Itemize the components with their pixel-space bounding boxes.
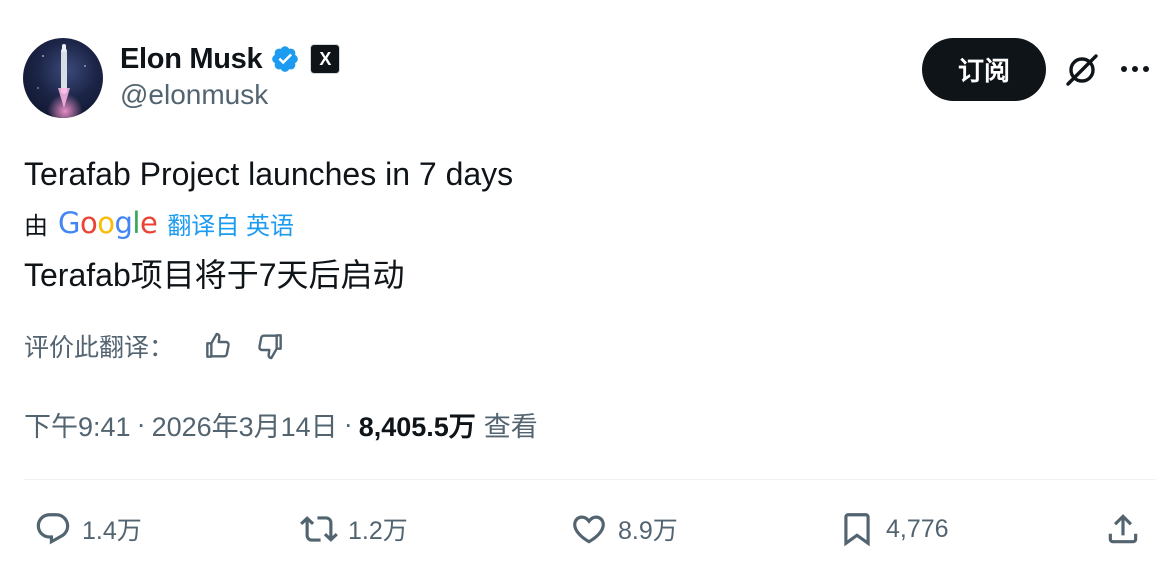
tweet-card: Elon Musk X @elonmusk 订阅 Terafab Project… bbox=[0, 0, 1168, 572]
bookmark-icon bbox=[844, 513, 870, 547]
reply-button[interactable]: 1.4万 bbox=[34, 505, 142, 553]
bookmark-count: 4,776 bbox=[886, 514, 949, 543]
retweet-button[interactable]: 1.2万 bbox=[300, 505, 408, 553]
share-icon bbox=[1108, 514, 1138, 544]
translated-by-label: 由 bbox=[24, 212, 48, 240]
tweet-meta: 下午9:41 · 2026年3月14日 · 8,405.5万 查看 bbox=[24, 405, 538, 444]
like-count: 8.9万 bbox=[618, 517, 678, 545]
share-button[interactable] bbox=[1104, 505, 1152, 553]
more-horizontal-icon[interactable] bbox=[1119, 57, 1151, 81]
reply-count: 1.4万 bbox=[82, 517, 142, 545]
bookmark-button[interactable]: 4,776 bbox=[838, 505, 949, 553]
heart-icon bbox=[573, 515, 605, 544]
translated-from-link[interactable]: 翻译自 英语 bbox=[167, 206, 294, 241]
retweet-count: 1.2万 bbox=[348, 517, 408, 545]
views-label: 查看 bbox=[483, 412, 538, 442]
thumbs-down-icon[interactable] bbox=[254, 330, 286, 362]
grok-icon[interactable] bbox=[1062, 50, 1102, 90]
author-name-row: Elon Musk X bbox=[120, 40, 341, 78]
avatar-image bbox=[37, 44, 87, 118]
views-count: 8,405.5万 bbox=[358, 412, 476, 442]
author-display-name[interactable]: Elon Musk bbox=[120, 43, 263, 76]
meta-separator: · bbox=[136, 409, 146, 439]
reply-icon bbox=[36, 513, 70, 545]
subscribe-button[interactable]: 订阅 bbox=[922, 38, 1046, 101]
thumbs-up-icon[interactable] bbox=[202, 330, 234, 362]
google-logo: Google bbox=[58, 206, 158, 240]
tweet-date[interactable]: 2026年3月14日 bbox=[152, 405, 338, 444]
tweet-time[interactable]: 下午9:41 bbox=[24, 405, 131, 444]
tweet-text: Terafab Project launches in 7 days bbox=[24, 156, 514, 192]
divider bbox=[24, 479, 1156, 480]
retweet-icon bbox=[300, 516, 338, 542]
rate-translation-row: 评价此翻译： bbox=[24, 328, 282, 364]
author-handle[interactable]: @elonmusk bbox=[120, 79, 268, 111]
like-button[interactable]: 8.9万 bbox=[570, 505, 678, 553]
avatar[interactable] bbox=[23, 38, 103, 118]
translated-text: Terafab项目将于7天后启动 bbox=[24, 257, 405, 293]
x-affiliate-badge[interactable]: X bbox=[310, 44, 341, 74]
rate-translation-label: 评价此翻译： bbox=[24, 334, 175, 362]
verified-badge-icon[interactable] bbox=[270, 44, 300, 74]
translation-attribution: 由 Google 翻译自 英语 bbox=[24, 206, 294, 240]
meta-separator: · bbox=[343, 409, 353, 439]
